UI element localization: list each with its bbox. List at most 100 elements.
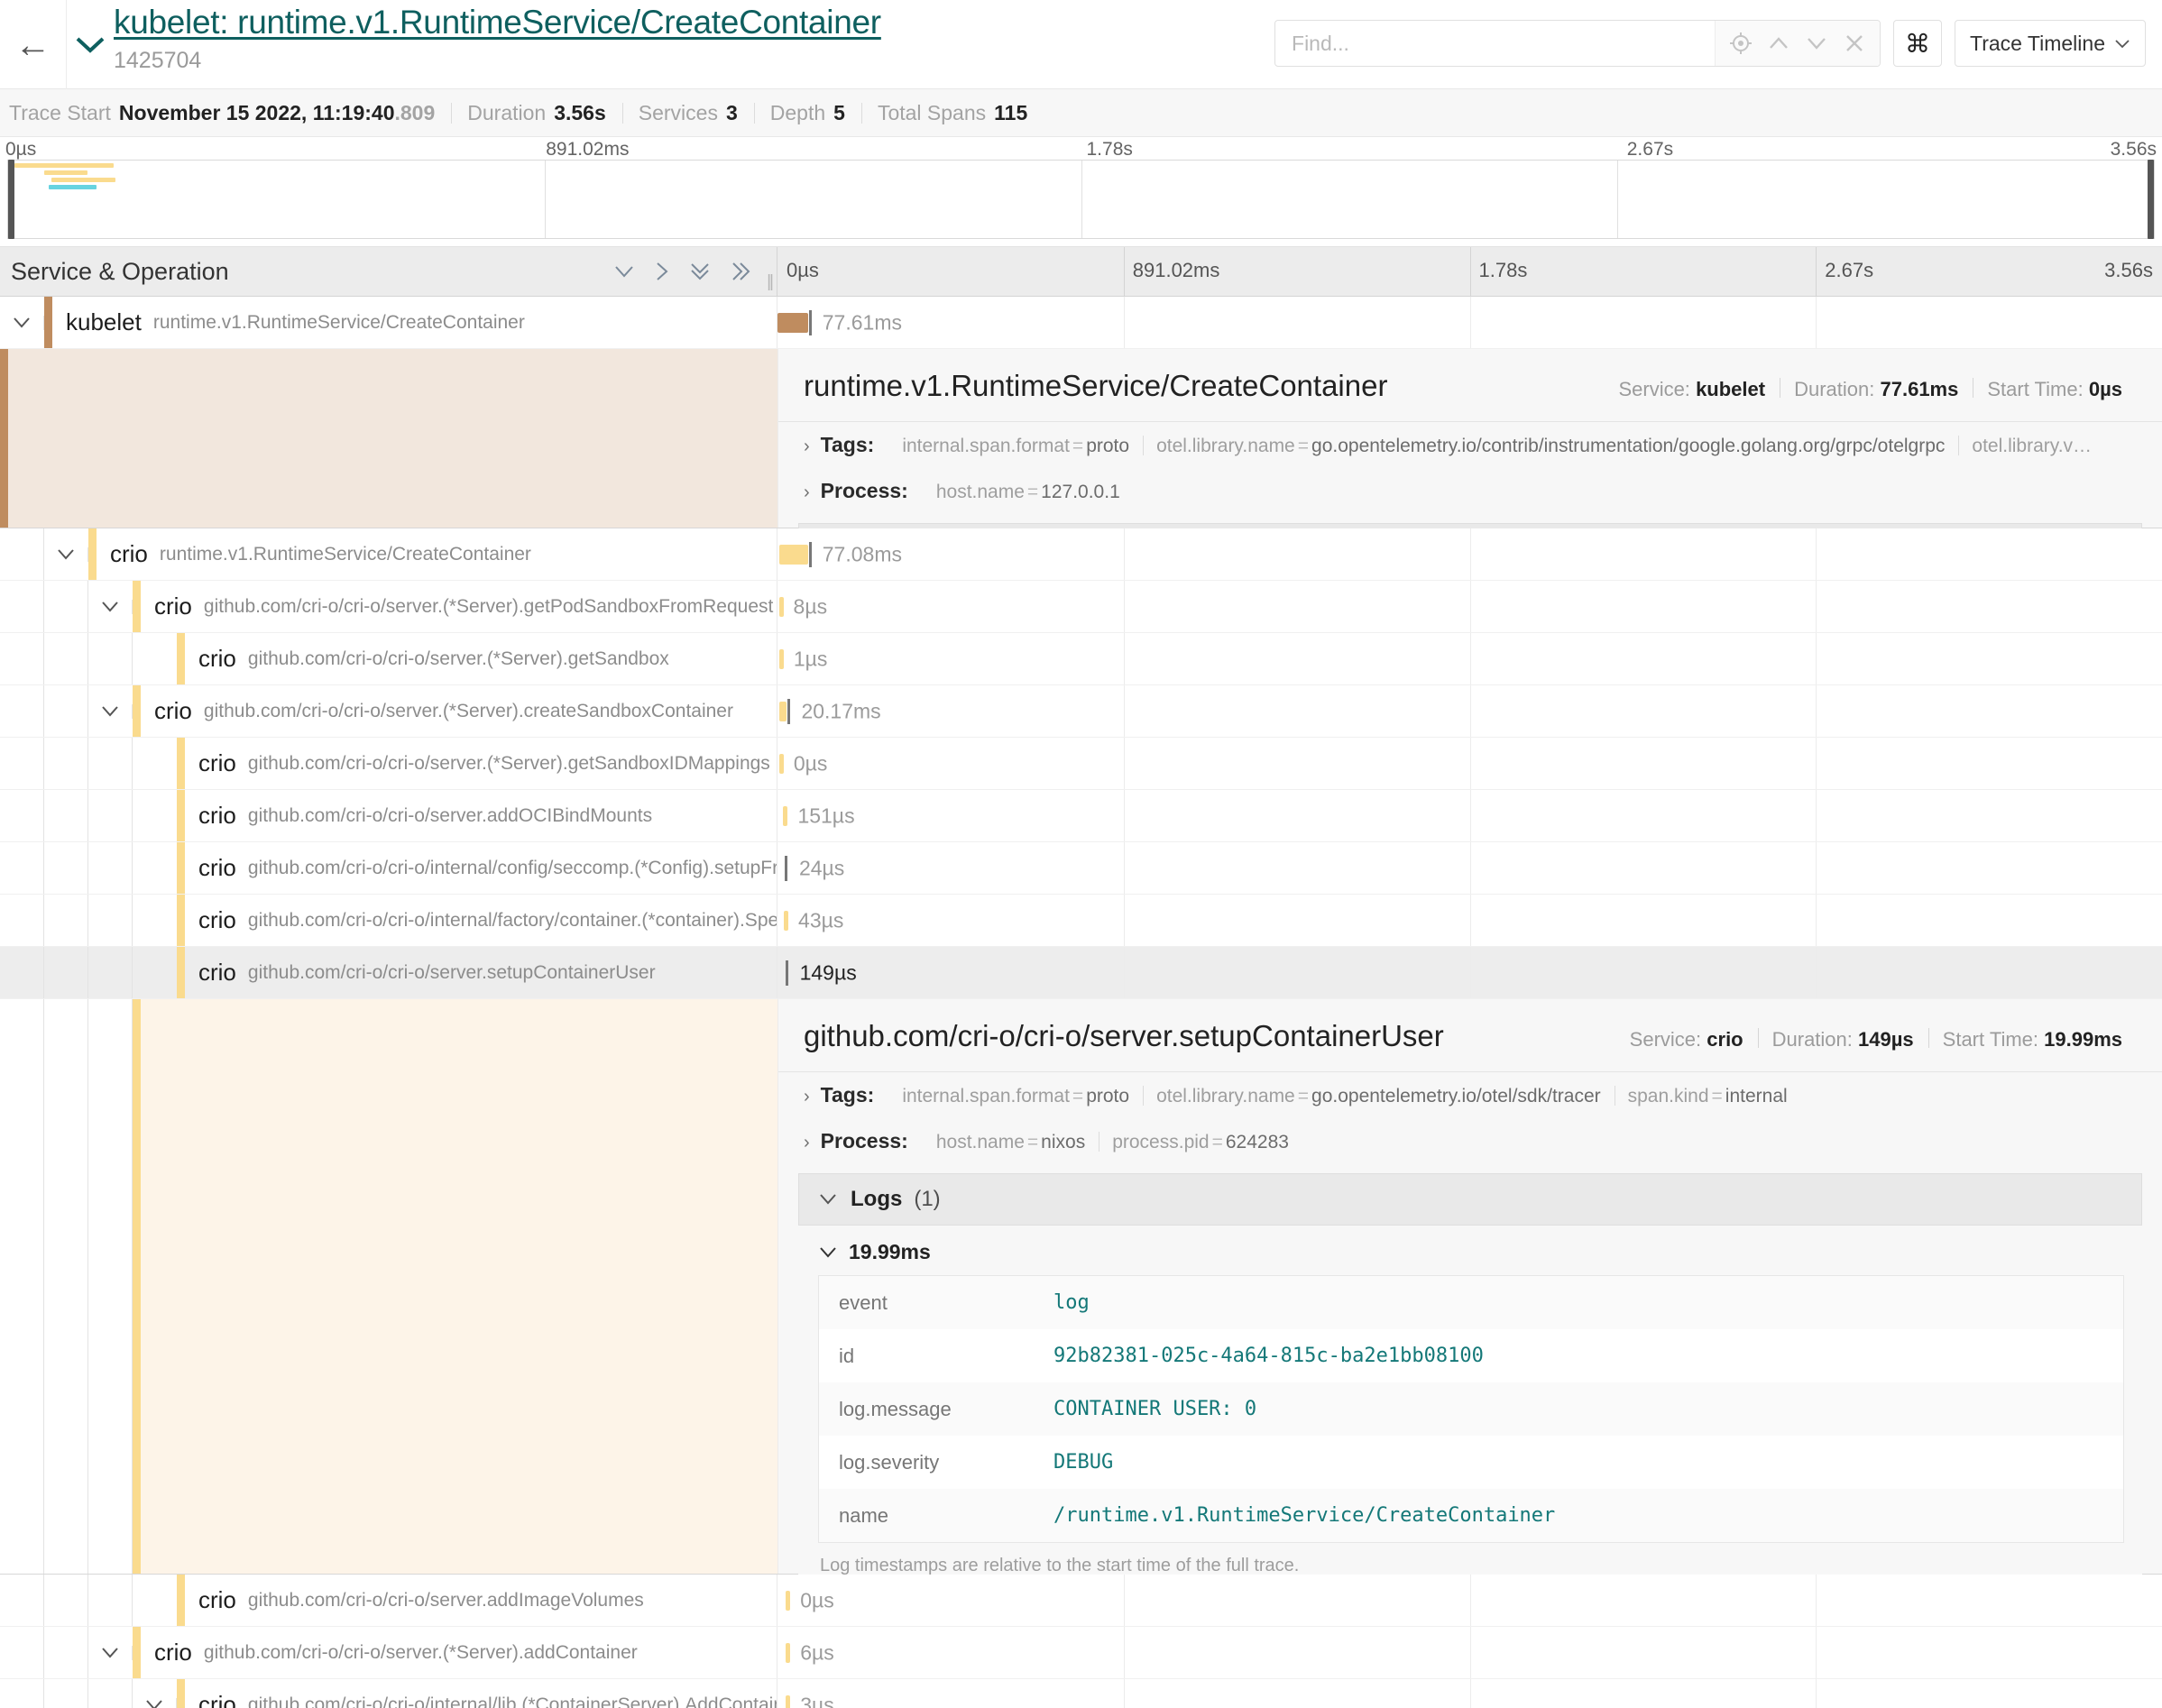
span-bar-track[interactable]: 43µs — [777, 895, 2162, 946]
span-row-name[interactable]: criogithub.com/cri-o/cri-o/internal/fact… — [0, 895, 777, 946]
span-bar-track[interactable]: 20.17ms — [777, 685, 2162, 737]
span-duration-label: 77.61ms — [823, 310, 902, 335]
span-row-name[interactable]: crioruntime.v1.RuntimeService/CreateCont… — [0, 528, 777, 580]
span-bar — [779, 597, 784, 617]
span-row-name[interactable]: criogithub.com/cri-o/cri-o/internal/lib.… — [0, 1679, 777, 1708]
span-row-name[interactable]: criogithub.com/cri-o/cri-o/server.(*Serv… — [0, 685, 777, 737]
span-expand-toggle[interactable] — [133, 1698, 177, 1708]
chevron-down-icon — [99, 1646, 121, 1660]
span-row-name[interactable]: criogithub.com/cri-o/cri-o/server.(*Serv… — [0, 1627, 777, 1678]
span-row[interactable]: criogithub.com/cri-o/cri-o/internal/conf… — [0, 842, 2162, 895]
trace-detail-toggle[interactable] — [67, 0, 114, 89]
indent-guide — [44, 685, 88, 737]
minimap-gridline — [1081, 161, 1082, 238]
tags-row[interactable]: › Tags: internal.span.format=protootel.l… — [778, 1072, 2162, 1118]
timeline-gridline — [1124, 633, 1125, 684]
log-entry-toggle[interactable]: 19.99ms — [798, 1226, 2142, 1275]
span-duration-label: 0µs — [800, 1588, 834, 1612]
indent-guides — [0, 1679, 133, 1708]
span-duration-label: 151µs — [797, 803, 854, 828]
indent-guide — [88, 1575, 133, 1626]
span-expand-toggle[interactable] — [88, 600, 133, 614]
span-row[interactable]: criogithub.com/cri-o/cri-o/internal/fact… — [0, 895, 2162, 947]
timeline-gridline — [1470, 895, 1471, 946]
minimap-viewport[interactable] — [7, 160, 2155, 239]
span-row-name[interactable]: kubeletruntime.v1.RuntimeService/CreateC… — [0, 297, 777, 348]
span-duration-label: 24µs — [799, 856, 844, 880]
back-button[interactable]: ← — [0, 0, 67, 89]
next-match-icon[interactable] — [1799, 21, 1835, 66]
collapse-one-icon[interactable] — [612, 263, 636, 280]
span-bar-track[interactable]: 24µs — [777, 842, 2162, 894]
indent-guides — [0, 738, 133, 789]
summary-value: November 15 2022, 11:19:40.809 — [119, 101, 435, 125]
span-row-name[interactable]: criogithub.com/cri-o/cri-o/internal/conf… — [0, 842, 777, 894]
summary-value: 115 — [994, 101, 1027, 125]
span-bar-track[interactable]: 8µs — [777, 581, 2162, 632]
span-expand-toggle[interactable] — [44, 547, 88, 562]
span-bar-track[interactable]: 77.08ms — [777, 528, 2162, 580]
minimap-drag-handle-left[interactable] — [8, 160, 14, 239]
span-row-name[interactable]: criogithub.com/cri-o/cri-o/server.(*Serv… — [0, 581, 777, 632]
tags-row[interactable]: › Tags: internal.span.format=protootel.l… — [778, 422, 2162, 468]
span-bar-track[interactable]: 151µs — [777, 790, 2162, 841]
span-expand-toggle[interactable] — [88, 1646, 133, 1660]
service-color-bar — [177, 842, 185, 894]
span-row[interactable]: criogithub.com/cri-o/cri-o/server.setupC… — [0, 947, 2162, 999]
span-row[interactable]: criogithub.com/cri-o/cri-o/server.addIma… — [0, 1575, 2162, 1627]
collapse-all-icon[interactable] — [688, 260, 712, 283]
minimap-drag-handle-right[interactable] — [2148, 160, 2154, 239]
log-field-row: log.messageCONTAINER USER: 0 — [819, 1382, 2123, 1436]
span-row[interactable]: criogithub.com/cri-o/cri-o/internal/lib.… — [0, 1679, 2162, 1708]
span-row[interactable]: crioruntime.v1.RuntimeService/CreateCont… — [0, 528, 2162, 581]
span-expand-toggle[interactable] — [0, 316, 44, 330]
span-row-name[interactable]: criogithub.com/cri-o/cri-o/server.addIma… — [0, 1575, 777, 1626]
span-bar-track[interactable]: 149µs — [777, 947, 2162, 998]
process-row[interactable]: › Process: host.name=127.0.0.1 — [778, 468, 2162, 514]
indent-guide — [44, 790, 88, 841]
detail-gutter — [0, 999, 777, 1574]
span-row[interactable]: criogithub.com/cri-o/cri-o/server.addOCI… — [0, 790, 2162, 842]
span-row-name[interactable]: criogithub.com/cri-o/cri-o/server.setupC… — [0, 947, 777, 998]
span-bar-track[interactable]: 0µs — [777, 738, 2162, 789]
timeline-column-divider — [1816, 247, 1817, 296]
span-duration-label: 77.08ms — [823, 542, 902, 566]
indent-guides — [0, 947, 133, 998]
trace-title-link[interactable]: kubelet: runtime.v1.RuntimeService/Creat… — [114, 5, 881, 41]
span-bar — [783, 806, 787, 826]
span-row[interactable]: criogithub.com/cri-o/cri-o/server.(*Serv… — [0, 633, 2162, 685]
span-row[interactable]: criogithub.com/cri-o/cri-o/server.(*Serv… — [0, 738, 2162, 790]
span-bar-track[interactable]: 77.61ms — [777, 297, 2162, 348]
timeline-gridline — [1470, 581, 1471, 632]
service-color-bar — [177, 790, 185, 841]
service-color-bar — [133, 581, 141, 632]
expand-all-icon[interactable] — [730, 260, 753, 283]
column-resize-grip[interactable]: || — [767, 272, 772, 292]
keyboard-shortcuts-button[interactable]: ⌘ — [1893, 20, 1942, 67]
timeline-gridline — [1124, 842, 1125, 894]
search-input[interactable] — [1275, 21, 1715, 66]
span-expand-toggle[interactable] — [88, 704, 133, 719]
span-row[interactable]: criogithub.com/cri-o/cri-o/server.(*Serv… — [0, 685, 2162, 738]
span-bar-track[interactable]: 1µs — [777, 633, 2162, 684]
span-bar-track[interactable]: 3µs — [777, 1679, 2162, 1708]
logs-toggle[interactable]: Logs (1) — [798, 1173, 2142, 1226]
span-bar-track[interactable]: 0µs — [777, 1575, 2162, 1626]
chevron-down-icon — [99, 704, 121, 719]
focus-match-icon[interactable] — [1723, 21, 1759, 66]
span-row-name[interactable]: criogithub.com/cri-o/cri-o/server.(*Serv… — [0, 633, 777, 684]
expand-one-icon[interactable] — [654, 261, 670, 282]
span-row-name[interactable]: criogithub.com/cri-o/cri-o/server.addOCI… — [0, 790, 777, 841]
span-bar-track[interactable]: 6µs — [777, 1627, 2162, 1678]
span-duration-label: 20.17ms — [801, 699, 880, 723]
span-row[interactable]: criogithub.com/cri-o/cri-o/server.(*Serv… — [0, 581, 2162, 633]
prev-match-icon[interactable] — [1761, 21, 1797, 66]
span-row-name[interactable]: criogithub.com/cri-o/cri-o/server.(*Serv… — [0, 738, 777, 789]
process-row[interactable]: › Process: host.name=nixosprocess.pid=62… — [778, 1118, 2162, 1164]
span-row[interactable]: kubeletruntime.v1.RuntimeService/CreateC… — [0, 297, 2162, 349]
span-row[interactable]: criogithub.com/cri-o/cri-o/server.(*Serv… — [0, 1627, 2162, 1679]
timeline-tick-label: 3.56s — [2104, 259, 2153, 282]
clear-search-icon[interactable] — [1836, 21, 1872, 66]
view-mode-select[interactable]: Trace Timeline — [1955, 20, 2146, 67]
span-rows-bottom: criogithub.com/cri-o/cri-o/server.addIma… — [0, 1575, 2162, 1708]
